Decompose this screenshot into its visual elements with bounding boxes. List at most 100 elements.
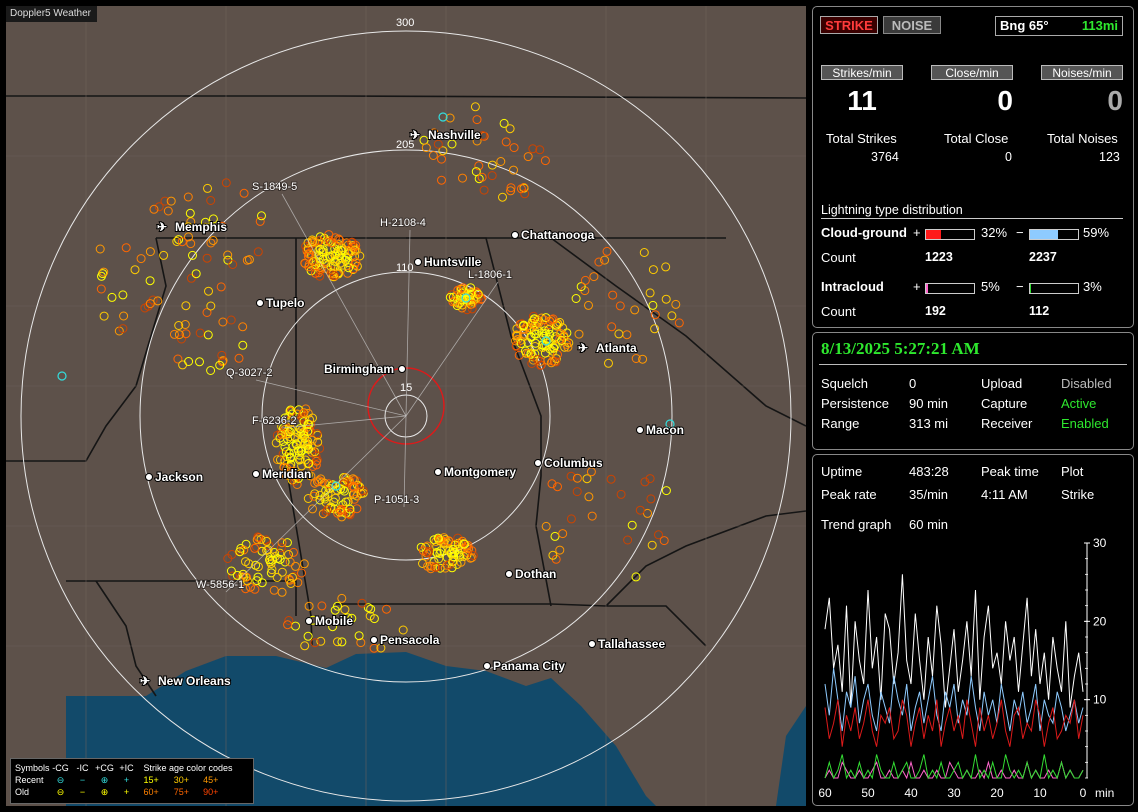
neg-cg-recent-icon: ⊖: [56, 774, 65, 785]
strike-marker: [149, 204, 159, 214]
peak-rate-label: Peak rate: [821, 487, 877, 502]
strike-marker: [107, 292, 117, 302]
city-marker[interactable]: ✈ Nashville: [409, 127, 482, 143]
total-close-label: Total Close: [944, 131, 1009, 146]
strike-marker: [608, 290, 618, 300]
strike-marker: [630, 305, 640, 315]
strike-marker: [99, 311, 109, 321]
bearing-readout: Bng 65° 113mi: [995, 16, 1123, 36]
strike-marker: [496, 157, 506, 166]
city-marker[interactable]: Pensacola: [370, 632, 441, 648]
strike-marker: [487, 171, 497, 181]
tab-noise[interactable]: NOISE: [883, 16, 941, 34]
storm-label[interactable]: Q-3027-2: [225, 366, 273, 380]
strike-marker: [95, 244, 105, 254]
strike-marker: [185, 208, 195, 218]
x-tick-label: 60: [818, 786, 832, 800]
strike-marker: [428, 151, 438, 160]
city-label: Birmingham: [324, 362, 394, 376]
city-dot: [256, 299, 264, 307]
x-tick-label: 20: [990, 786, 1004, 800]
legend-age-45: 45+: [203, 775, 219, 785]
strike-marker: [255, 216, 265, 226]
cg-plus-sign: +: [913, 225, 921, 240]
storm-label[interactable]: H-2108-4: [379, 216, 427, 230]
ring-label-110: 110: [396, 262, 414, 274]
plot-value[interactable]: Strike: [1061, 487, 1094, 502]
city-marker[interactable]: Tupelo: [256, 295, 305, 311]
strike-marker: [188, 250, 197, 260]
strike-marker: [584, 300, 593, 310]
city-marker[interactable]: Birmingham: [323, 361, 406, 377]
city-marker[interactable]: Macon: [636, 422, 685, 438]
strike-marker: [238, 322, 248, 332]
strikes-per-min-button[interactable]: Strikes/min: [821, 65, 903, 80]
noises-per-min-button[interactable]: Noises/min: [1041, 65, 1123, 80]
city-marker[interactable]: Panama City: [483, 658, 566, 674]
city-marker[interactable]: Meridian: [252, 466, 312, 482]
cg-minus-sign: −: [1016, 225, 1024, 240]
city-marker[interactable]: Montgomery: [434, 464, 517, 480]
strike-marker: [523, 152, 533, 162]
airport-icon: ✈: [157, 220, 167, 234]
strike-marker: [674, 318, 684, 328]
uptime-value: 483:28: [909, 464, 949, 479]
strike-marker: [186, 273, 196, 283]
strike-marker: [622, 330, 632, 340]
legend-age-90: 90+: [203, 787, 219, 797]
capture-label: Capture: [981, 396, 1028, 411]
strike-marker: [437, 175, 446, 185]
ic-plus-sign: +: [913, 279, 921, 294]
storm-label[interactable]: L-1806-1: [467, 268, 513, 282]
city-marker[interactable]: ✈ Atlanta: [577, 340, 638, 356]
strike-marker: [550, 531, 560, 541]
capture-value: Active: [1061, 396, 1097, 411]
city-marker[interactable]: Chattanooga: [511, 227, 596, 243]
strike-marker: [203, 183, 212, 193]
cloud-ground-label: Cloud-ground: [821, 225, 907, 240]
city-dot: [588, 640, 596, 648]
city-marker[interactable]: Columbus: [534, 455, 604, 471]
city-marker[interactable]: Jackson: [145, 469, 204, 485]
x-tick-label: 0: [1080, 786, 1087, 800]
city-marker[interactable]: Dothan: [505, 566, 557, 582]
strike-marker: [253, 562, 263, 572]
map-canvas[interactable]: 300 205 110 15 S-1849-5H-2108-4L-1806-1Q…: [6, 6, 806, 806]
city-marker[interactable]: Huntsville: [414, 254, 483, 270]
city-marker[interactable]: ✈ New Orleans: [139, 673, 232, 689]
city-marker[interactable]: ✈ Memphis: [156, 219, 228, 235]
strike-marker: [566, 514, 576, 524]
storm-label[interactable]: S-1849-5: [251, 180, 298, 194]
range-value: 313 mi: [909, 416, 949, 431]
city-label: Tupelo: [266, 296, 304, 310]
strike-marker: [607, 322, 617, 332]
strike-marker: [645, 288, 655, 298]
cg-positive-bar: [925, 229, 975, 240]
strike-marker: [587, 511, 597, 521]
trend-panel: Uptime 483:28 Peak time Plot Peak rate 3…: [812, 454, 1134, 806]
tab-strike[interactable]: STRIKE: [820, 16, 878, 34]
lightning-map[interactable]: Doppler5 Weather 300 205 110 15 S-1849-5…: [6, 6, 806, 806]
storm-label[interactable]: F-6236-2: [251, 414, 298, 428]
city-label: Mobile: [315, 614, 353, 628]
persistence-label: Persistence: [821, 396, 889, 411]
strike-marker: [203, 330, 213, 340]
strike-marker: [627, 520, 637, 530]
city-marker[interactable]: Tallahassee: [588, 636, 666, 652]
strike-marker: [659, 536, 669, 546]
strike-marker: [166, 196, 176, 206]
strike-marker: [509, 143, 519, 153]
intracloud-label: Intracloud: [821, 279, 884, 294]
atlantic-corner: [776, 706, 806, 806]
strike-marker: [269, 585, 279, 595]
strike-marker: [178, 360, 188, 370]
storm-label[interactable]: P-1051-3: [373, 493, 420, 507]
strike-marker: [191, 269, 201, 279]
receiver-value: Enabled: [1061, 416, 1109, 431]
strike-marker: [458, 173, 467, 183]
strike-marker: [285, 557, 295, 567]
city-label: Dothan: [515, 567, 556, 581]
close-per-min-button[interactable]: Close/min: [931, 65, 1013, 80]
trend-graph-value[interactable]: 60 min: [909, 517, 948, 532]
city-label: Nashville: [428, 128, 481, 142]
